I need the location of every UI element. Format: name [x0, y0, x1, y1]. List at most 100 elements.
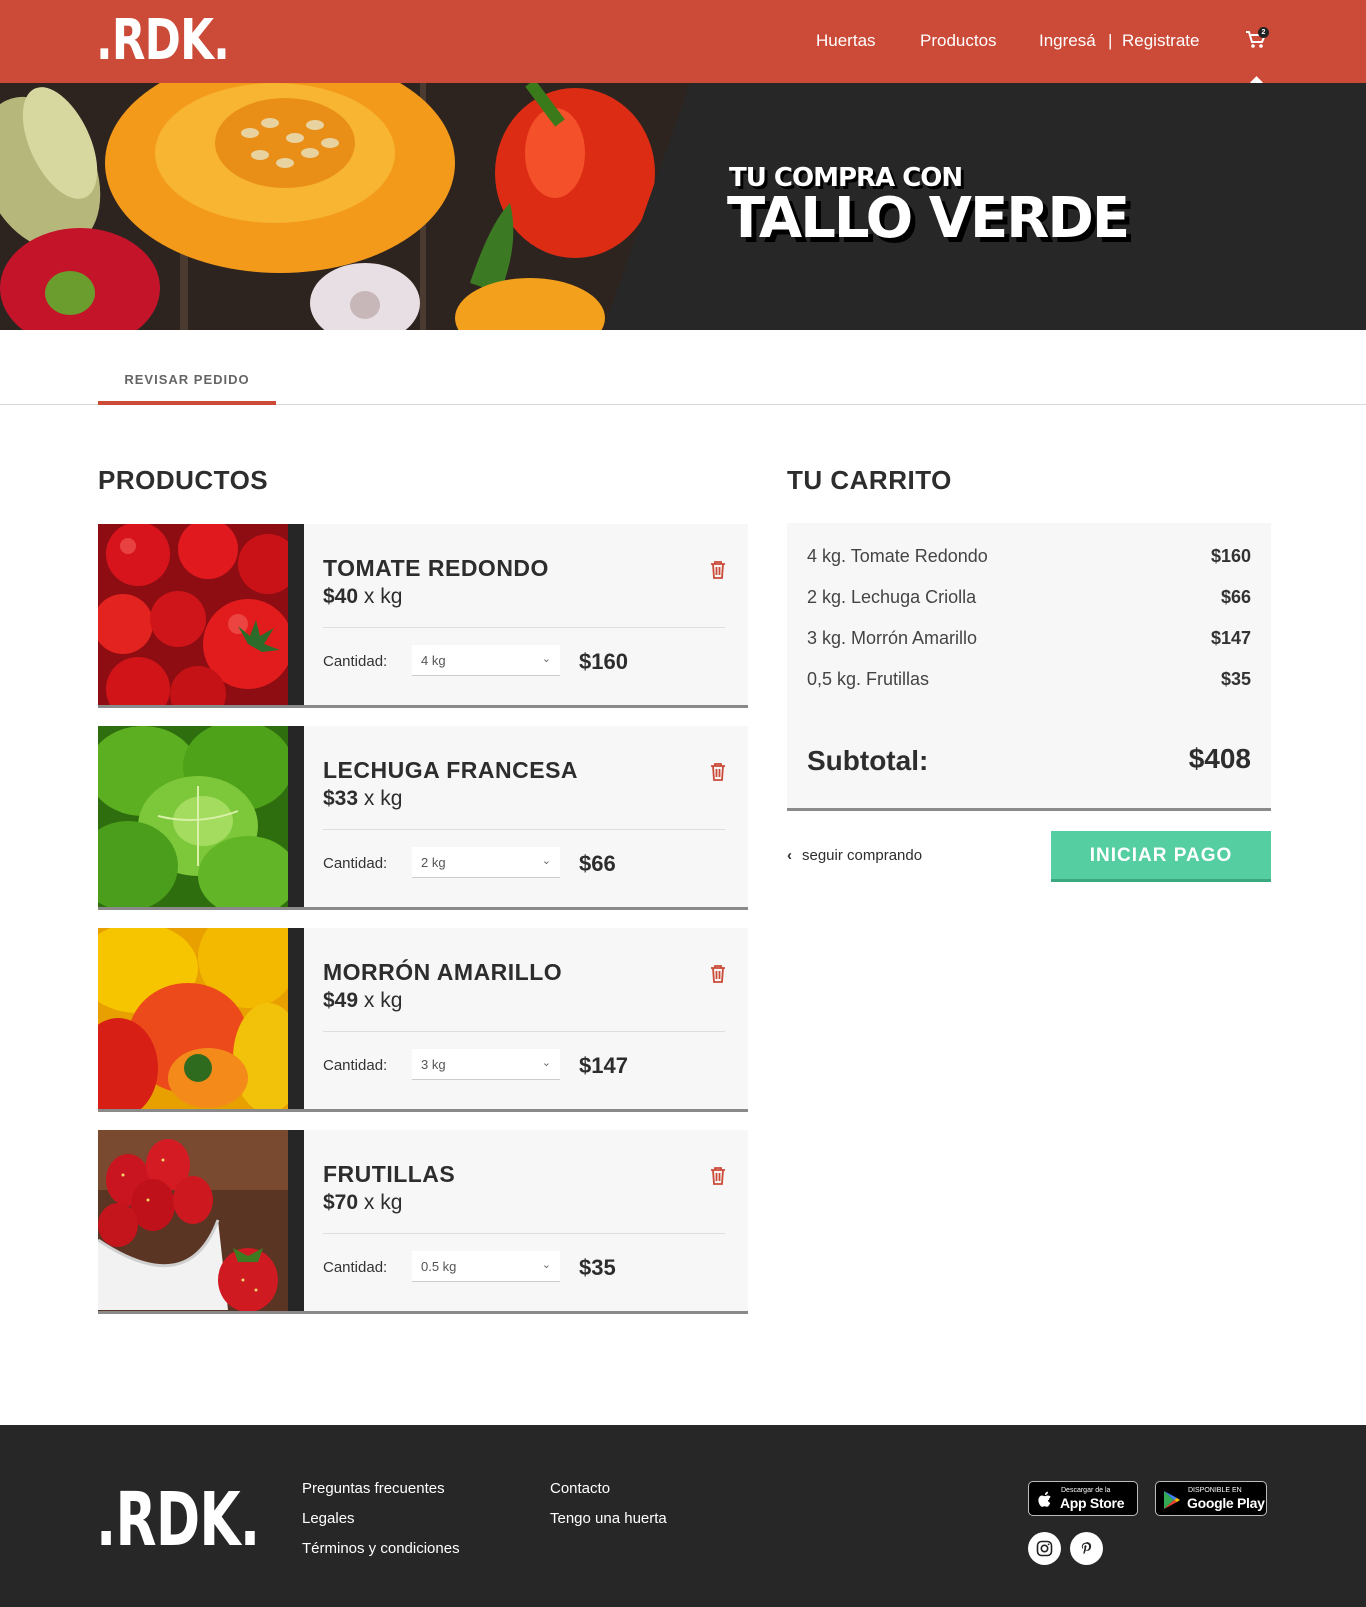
product-name: MORRÓN AMARILLO [323, 959, 563, 985]
pinterest-icon[interactable] [1070, 1532, 1103, 1565]
cart-line-amount: $35 [1220, 669, 1251, 689]
price-unit: x kg [363, 787, 403, 810]
card-separator [323, 1031, 725, 1032]
card-separator [323, 829, 725, 830]
product-card: MORRÓN AMARILLO $49 x kg Cantidad: 3 kg … [98, 928, 748, 1112]
footer-logo[interactable]: .RDK. [96, 1480, 260, 1560]
product-total: $35 [579, 1255, 616, 1280]
product-total: $66 [579, 851, 616, 876]
quantity-value: 0.5 kg [421, 1259, 457, 1274]
card-divider-strip [288, 928, 304, 1109]
footer-link-terms[interactable]: Términos y condiciones [302, 1540, 460, 1557]
hero-title: TALLO VERDE [727, 186, 1130, 251]
cart-line-desc: 3 kg. Morrón Amarillo [807, 628, 978, 648]
product-card: TOMATE REDONDO $40 x kg Cantidad: 4 kg ⌄… [98, 524, 748, 708]
quantity-label: Cantidad: [323, 653, 388, 670]
price-value: $70 [323, 1191, 359, 1214]
quantity-value: 3 kg [421, 1057, 446, 1072]
product-unit-price: $40 x kg [323, 585, 402, 609]
chevron-down-icon: ⌄ [541, 1057, 551, 1069]
google-play-icon [1164, 1491, 1180, 1509]
footer: .RDK. Preguntas frecuentes Legales Térmi… [0, 1425, 1366, 1607]
product-image-strawberries [98, 1130, 288, 1311]
tab-active-underline [98, 401, 276, 405]
nav-link-productos[interactable]: Productos [920, 31, 997, 51]
price-unit: x kg [363, 989, 403, 1012]
google-play-small-text: DISPONIBLE EN [1188, 1487, 1242, 1494]
continue-shopping-link[interactable]: ‹ seguir comprando [787, 847, 922, 864]
cart-line-desc: 2 kg. Lechuga Criolla [807, 587, 977, 607]
app-store-label: App Store [1060, 1495, 1125, 1511]
chevron-left-icon: ‹ [787, 847, 792, 864]
card-separator [323, 1233, 725, 1234]
card-divider-strip [288, 1130, 304, 1311]
product-card: LECHUGA FRANCESA $33 x kg Cantidad: 2 kg… [98, 726, 748, 910]
top-nav: .RDK. Huertas Productos Ingresá | Regist… [0, 0, 1366, 83]
trash-icon[interactable] [710, 964, 726, 984]
chevron-down-icon: ⌄ [541, 653, 551, 665]
price-value: $40 [323, 585, 359, 608]
subtotal-label: Subtotal: [807, 745, 929, 776]
quantity-label: Cantidad: [323, 855, 388, 872]
subtotal-value: $408 [1188, 743, 1251, 774]
product-total: $147 [579, 1053, 628, 1078]
nav-link-registrate[interactable]: Registrate [1122, 31, 1199, 51]
cart-summary: 4 kg. Tomate Redondo $160 2 kg. Lechuga … [787, 523, 1271, 811]
nav-link-ingresa[interactable]: Ingresá [1039, 31, 1096, 51]
price-value: $49 [323, 989, 359, 1012]
chevron-down-icon: ⌄ [541, 1259, 551, 1271]
quantity-select[interactable]: 4 kg ⌄ [412, 645, 560, 676]
hero-vegetables-image [0, 83, 690, 330]
quantity-label: Cantidad: [323, 1259, 388, 1276]
google-play-button[interactable]: DISPONIBLE EN Google Play [1155, 1481, 1267, 1516]
cart-line: 4 kg. Tomate Redondo $160 [807, 546, 1251, 570]
footer-link-contacto[interactable]: Contacto [550, 1480, 610, 1497]
app-store-button[interactable]: Descargar de la App Store [1028, 1481, 1138, 1516]
page: .RDK. Huertas Productos Ingresá | Regist… [0, 0, 1366, 1607]
trash-icon[interactable] [710, 560, 726, 580]
apple-icon [1038, 1491, 1051, 1507]
quantity-value: 4 kg [421, 653, 446, 668]
chevron-down-icon: ⌄ [541, 855, 551, 867]
google-play-label: Google Play [1187, 1495, 1265, 1511]
cart-line: 0,5 kg. Frutillas $35 [807, 669, 1251, 693]
quantity-select[interactable]: 0.5 kg ⌄ [412, 1251, 560, 1282]
price-value: $33 [323, 787, 359, 810]
cart-count-badge: 2 [1258, 27, 1269, 38]
price-unit: x kg [363, 1191, 403, 1214]
instagram-icon[interactable] [1028, 1532, 1061, 1565]
start-payment-button[interactable]: INICIAR PAGO [1051, 831, 1271, 882]
price-unit: x kg [363, 585, 403, 608]
card-divider-strip [288, 524, 304, 705]
footer-link-legales[interactable]: Legales [302, 1510, 355, 1527]
product-name: TOMATE REDONDO [323, 555, 549, 581]
product-total: $160 [579, 649, 628, 674]
cart-line: 2 kg. Lechuga Criolla $66 [807, 587, 1251, 611]
nav-link-huertas[interactable]: Huertas [816, 31, 876, 51]
products-title: PRODUCTOS [98, 465, 269, 495]
hero-banner: TU COMPRA CON TALLO VERDE [0, 83, 1366, 330]
cart-line-amount: $66 [1220, 587, 1251, 607]
app-store-small-text: Descargar de la [1061, 1487, 1111, 1494]
cart-line-amount: $160 [1210, 546, 1251, 566]
card-separator [323, 627, 725, 628]
continue-shopping-label: seguir comprando [802, 847, 923, 864]
cart-line-desc: 4 kg. Tomate Redondo [807, 546, 988, 566]
product-image-yellow-peppers [98, 928, 288, 1109]
footer-link-tengo-huerta[interactable]: Tengo una huerta [550, 1510, 667, 1527]
product-image-tomatoes [98, 524, 288, 705]
cart-line-desc: 0,5 kg. Frutillas [807, 669, 930, 689]
trash-icon[interactable] [710, 1166, 726, 1186]
cart-title: TU CARRITO [787, 465, 952, 495]
quantity-select[interactable]: 3 kg ⌄ [412, 1049, 560, 1080]
quantity-select[interactable]: 2 kg ⌄ [412, 847, 560, 878]
product-unit-price: $49 x kg [323, 989, 402, 1013]
product-card: FRUTILLAS $70 x kg Cantidad: 0.5 kg ⌄ $3… [98, 1130, 748, 1314]
product-name: LECHUGA FRANCESA [323, 757, 579, 783]
product-name: FRUTILLAS [323, 1161, 456, 1187]
product-unit-price: $33 x kg [323, 787, 402, 811]
product-unit-price: $70 x kg [323, 1191, 402, 1215]
footer-link-faq[interactable]: Preguntas frecuentes [302, 1480, 445, 1497]
nav-links: Huertas Productos Ingresá | Registrate [0, 31, 1366, 53]
trash-icon[interactable] [710, 762, 726, 782]
